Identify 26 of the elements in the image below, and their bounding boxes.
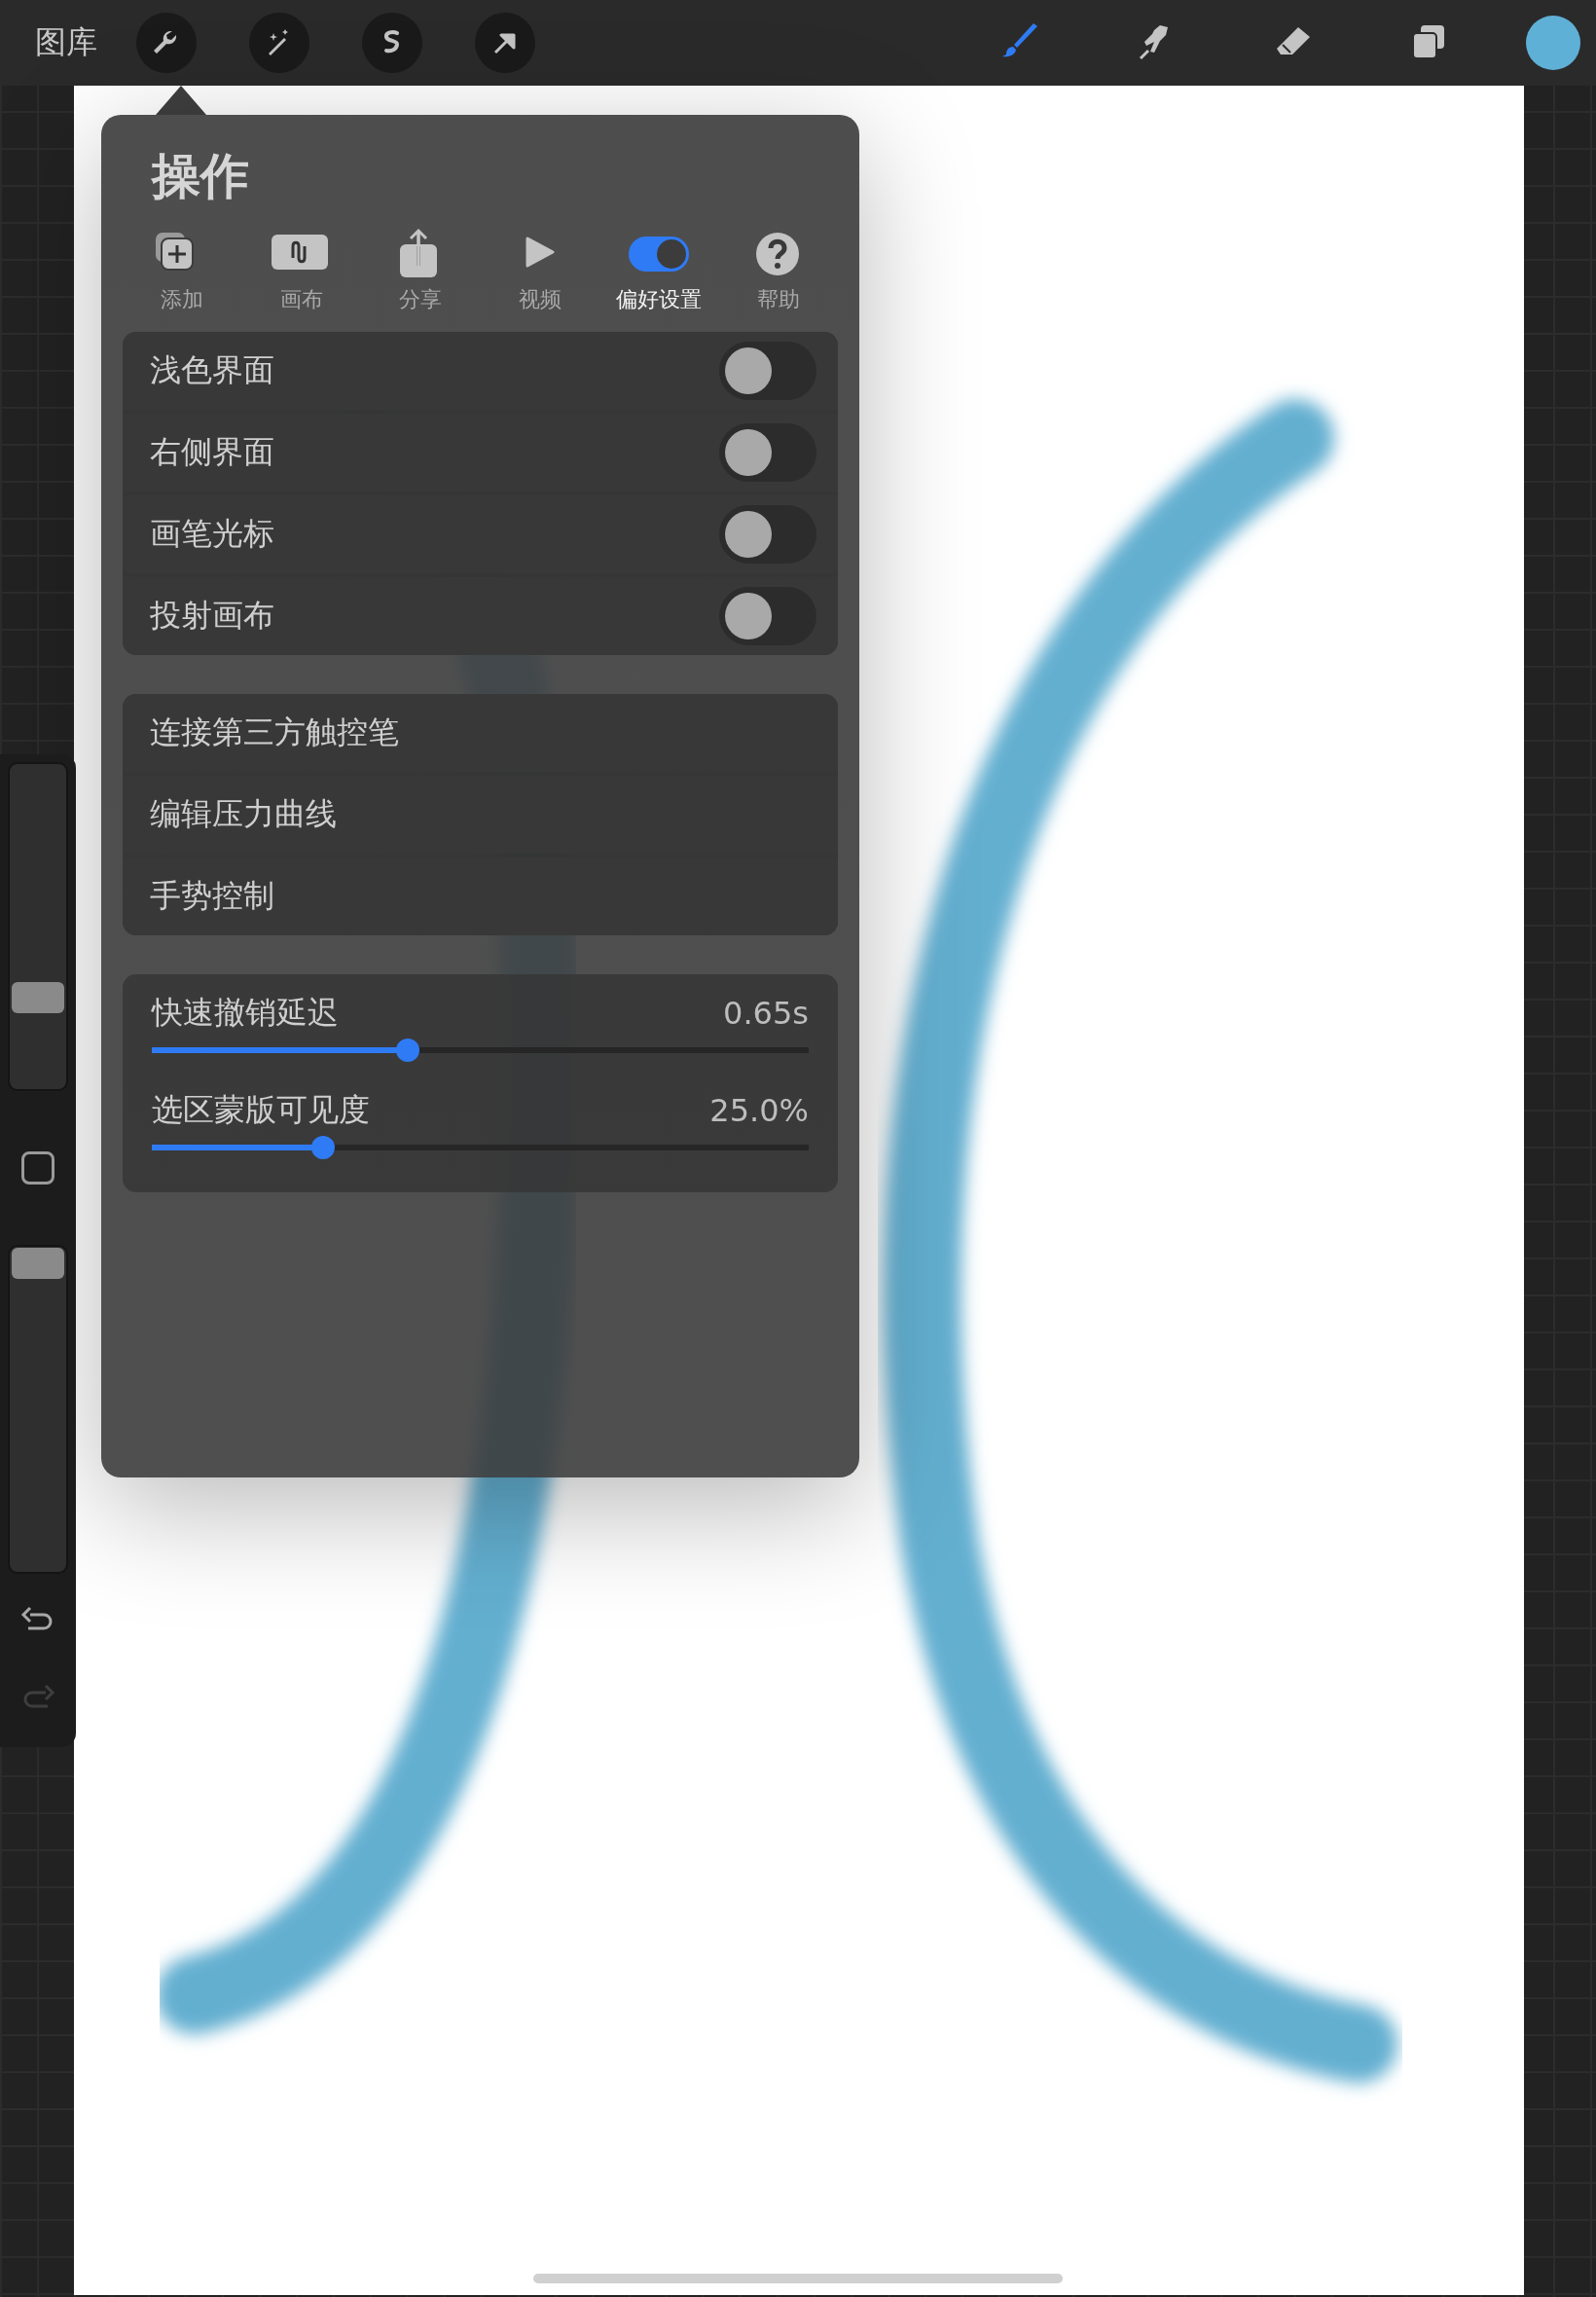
- setting-label: 投射画布: [150, 596, 274, 636]
- panel-tab[interactable]: 分享: [361, 227, 481, 314]
- panel-tab[interactable]: 视频: [480, 227, 599, 314]
- slider-value: 25.0%: [709, 1092, 809, 1129]
- slider-thumb[interactable]: [396, 1039, 420, 1062]
- size-slider-track[interactable]: [8, 1245, 68, 1574]
- color-swatch[interactable]: [1526, 16, 1580, 70]
- setting-label: 浅色界面: [150, 350, 274, 390]
- modify-button[interactable]: [21, 1151, 54, 1185]
- slider-label: 选区蒙版可见度: [152, 1090, 370, 1130]
- panel-tab[interactable]: 偏好设置: [599, 227, 719, 314]
- slider-thumb[interactable]: [12, 982, 64, 1014]
- panel-tab[interactable]: 帮助: [718, 227, 838, 314]
- slider-thumb[interactable]: [12, 1247, 64, 1279]
- setting-label: 右侧界面: [150, 432, 274, 472]
- panel-tab[interactable]: 添加: [123, 227, 242, 314]
- panel-tab[interactable]: 画布: [241, 227, 361, 314]
- setting-label: 画笔光标: [150, 514, 274, 554]
- settings-link[interactable]: 连接第三方触控笔: [123, 694, 838, 772]
- slider-label: 快速撤销延迟: [152, 993, 339, 1033]
- size-slider-track[interactable]: [8, 762, 68, 1091]
- settings-link[interactable]: 手势控制: [123, 857, 838, 935]
- panel-title: 操作: [152, 147, 250, 206]
- gallery-link[interactable]: 图库: [35, 21, 97, 64]
- slider-value: 0.65s: [723, 995, 809, 1032]
- slider-thumb[interactable]: [310, 1136, 335, 1159]
